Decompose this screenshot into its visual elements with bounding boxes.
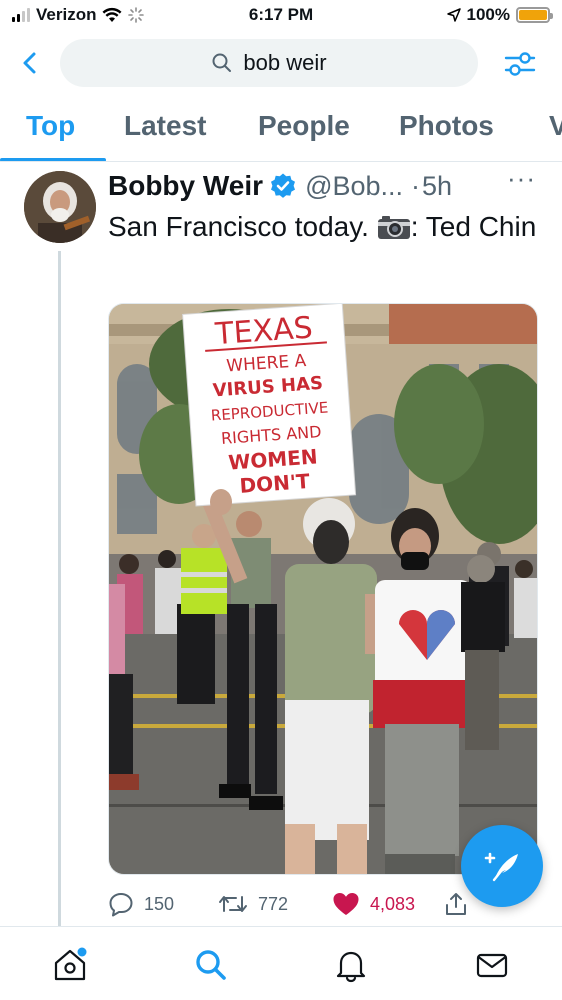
more-options-icon[interactable]: ··· [507,163,536,194]
compose-feather-icon [484,852,518,882]
battery-percent: 100% [466,5,510,24]
nav-search[interactable] [191,945,231,985]
like-count: 4,083 [370,893,416,914]
avatar-image [24,171,96,243]
nav-notifications[interactable] [331,945,371,985]
search-tabs: Top Latest People Photos V [0,100,562,162]
tab-latest[interactable]: Latest [124,110,206,142]
retweet-icon [219,896,247,912]
search-icon [196,950,226,980]
like-button[interactable]: 4,083 [332,891,415,917]
separator-dot: · [411,170,421,201]
search-filter-button[interactable] [500,44,540,84]
sign-line-7: DON'T [239,469,311,498]
tweet[interactable]: Bobby Weir @Bob... · 5h ··· San Francisc… [0,163,562,927]
share-button[interactable] [444,891,468,917]
battery-icon [516,7,553,23]
author-name[interactable]: Bobby Weir [108,170,263,202]
tweet-time[interactable]: 5h [422,171,452,202]
reply-icon [109,893,133,917]
home-icon [54,947,87,981]
tweet-text: San Francisco today. : Ted Chin [108,207,538,247]
tab-top[interactable]: Top [26,110,75,142]
location-arrow-icon [446,8,461,22]
tweet-photo[interactable]: TEXAS WHERE A VIRUS HAS REPRODUCTIVE RIG… [108,303,538,875]
retweet-count: 772 [258,893,289,914]
search-header: bob weir [0,36,562,92]
tweet-text-part-2: : Ted Chin [410,211,537,242]
compose-tweet-button[interactable] [461,825,543,907]
thread-line [58,251,61,927]
search-input[interactable]: bob weir [60,39,478,87]
tab-videos[interactable]: V [549,110,562,142]
search-query: bob weir [243,50,327,75]
tweet-text-part-1: San Francisco today. [108,211,377,242]
tweet-header: Bobby Weir @Bob... · 5h [108,169,548,203]
tab-people[interactable]: People [258,110,350,142]
reply-button[interactable]: 150 [108,891,174,917]
share-icon [446,893,466,915]
nav-home[interactable] [50,945,90,985]
filter-sliders-icon [504,52,536,76]
avatar[interactable] [24,171,96,243]
reply-count: 150 [144,893,175,914]
bottom-navigation [0,926,562,1000]
notifications-bell-icon [336,951,366,983]
messages-mail-icon [476,953,508,978]
protest-photo-image: TEXAS WHERE A VIRUS HAS REPRODUCTIVE RIG… [109,304,537,874]
tab-photos[interactable]: Photos [399,110,494,142]
active-tab-indicator [0,158,106,161]
verified-badge-icon [271,173,296,198]
nav-messages[interactable] [472,945,512,985]
back-button[interactable] [14,46,48,80]
status-right: 100% [446,5,553,25]
author-handle[interactable]: @Bob... [305,171,403,202]
heart-filled-icon [333,893,359,915]
chevron-left-icon [23,52,36,74]
camera-emoji-icon [377,216,410,239]
status-bar: Verizon 6:17 PM 100% [0,0,562,32]
retweet-button[interactable]: 772 [218,891,288,917]
search-icon [212,53,232,72]
